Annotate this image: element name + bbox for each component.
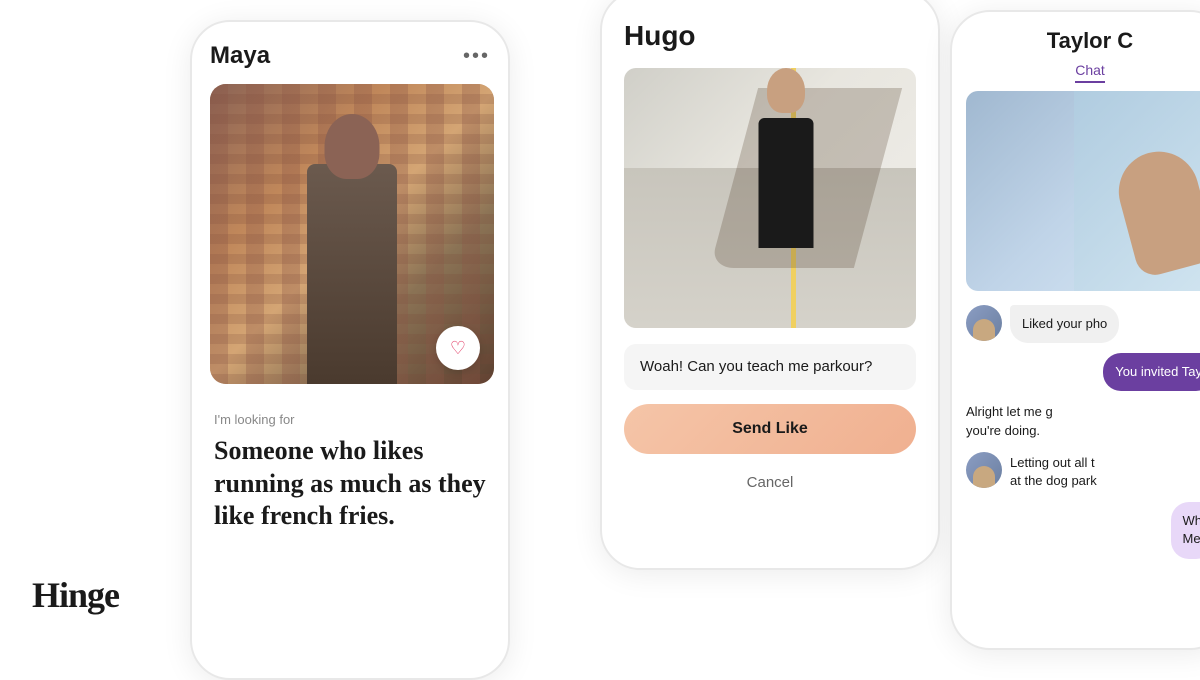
send-like-button[interactable]: Send Like [624, 404, 916, 454]
message-row-self-light: WhMe [966, 502, 1200, 558]
hugo-name: Hugo [624, 20, 916, 52]
message-bubble-self-light: WhMe [1171, 502, 1200, 558]
looking-for-text: Someone who likes running as much as the… [214, 435, 486, 533]
message-row: Liked your pho [966, 305, 1200, 343]
message-bubble-other: Liked your pho [1010, 305, 1119, 343]
looking-for-label: I'm looking for [214, 412, 486, 427]
phone-hugo: Hugo Woah! Can you teach me parkour? Sen… [600, 0, 940, 570]
like-button[interactable]: ♡ [436, 326, 480, 370]
profile-name: Maya [210, 42, 270, 70]
chat-messages: Liked your pho You invited Tay Alright l… [966, 305, 1200, 559]
cancel-button[interactable]: Cancel [624, 466, 916, 499]
looking-for-section: I'm looking for Someone who likes runnin… [210, 412, 490, 533]
message-text: Woah! Can you teach me parkour? [640, 358, 872, 375]
message-plain-1: Alright let me gyou're doing. [966, 401, 1200, 441]
message-bubble: Woah! Can you teach me parkour? [624, 344, 916, 390]
chat-photo [966, 91, 1200, 291]
avatar-2 [966, 452, 1002, 488]
person-silhouette [272, 104, 432, 384]
profile-photo: ♡ [210, 84, 494, 384]
chat-name: Taylor C [966, 28, 1200, 54]
phone-maya: Maya ••• ♡ I'm looking for Someone who l… [190, 20, 510, 680]
message-plain-2: Letting out all tat the dog park [1010, 452, 1097, 492]
logo-text: Hinge [32, 574, 119, 616]
hinge-logo: Hinge [32, 574, 119, 616]
message-row-2: Letting out all tat the dog park [966, 452, 1200, 492]
profile-header: Maya ••• [210, 42, 490, 70]
message-bubble-self: You invited Tay [1103, 353, 1200, 391]
chat-header: Taylor C Chat [966, 28, 1200, 83]
hugo-photo [624, 68, 916, 328]
phone-chat: Taylor C Chat Liked your pho You invited… [950, 10, 1200, 650]
avatar [966, 305, 1002, 341]
chat-tab[interactable]: Chat [1075, 62, 1105, 83]
more-options-icon[interactable]: ••• [463, 45, 490, 68]
message-row-self: You invited Tay [966, 353, 1200, 391]
